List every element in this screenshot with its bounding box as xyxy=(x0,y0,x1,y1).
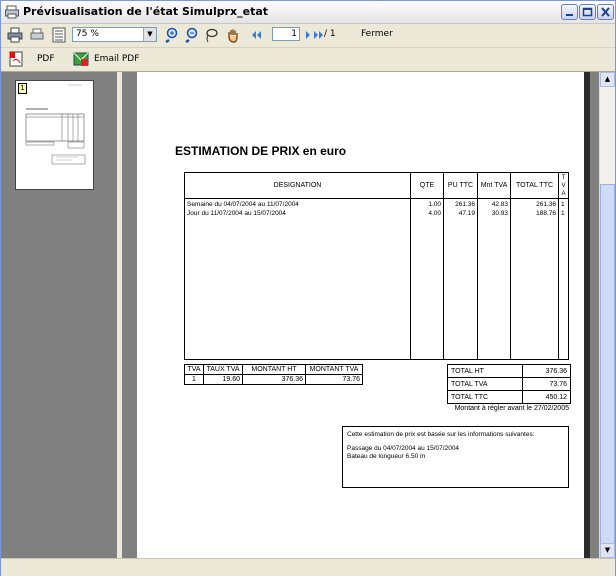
zoom-value: 75 % xyxy=(76,29,99,39)
lasso-icon[interactable] xyxy=(203,27,219,43)
vat-cell: 376.36 xyxy=(242,374,306,385)
vat-header: MONTANT TVA xyxy=(305,364,363,375)
close-window-button[interactable] xyxy=(597,4,614,20)
row-mnt-tva: 42.83 xyxy=(491,201,508,208)
window-title: Prévisualisation de l'état Simulprx_etat xyxy=(23,5,269,18)
report-preview-area[interactable]: ESTIMATION DE PRIX en euro DESIGNATION Q… xyxy=(122,72,599,558)
column-header-designation: DESIGNATION xyxy=(273,182,322,189)
info-line: Cette estimation de prix est basée sur l… xyxy=(347,431,535,438)
row-pu-ttc: 47.19 xyxy=(458,210,475,217)
column-header-pu-ttc: PU TTC xyxy=(447,182,474,189)
vat-cell: 1 xyxy=(184,374,204,385)
tva-letter: A xyxy=(561,191,566,197)
page-shadow xyxy=(584,72,590,558)
page-thumbnail[interactable]: 1 xyxy=(15,80,94,190)
column-divider xyxy=(558,173,559,359)
total-ht-label: TOTAL HT xyxy=(447,364,523,378)
row-mnt-tva: 30.93 xyxy=(491,210,508,217)
row-pu-ttc: 261.36 xyxy=(455,201,475,208)
row-total-ttc: 188.76 xyxy=(536,210,556,217)
totals-table: TOTAL HT 376.36 TOTAL TVA 73.76 TOTAL TT… xyxy=(447,364,572,404)
row-designation: Semaine du 04/07/2004 au 11/07/2004 xyxy=(187,201,299,208)
info-line: Passage du 04/07/2004 au 15/07/2004 xyxy=(347,445,460,452)
column-header-mnt-tva: Mnt TVA xyxy=(480,182,508,189)
thumbnail-preview-icon xyxy=(25,84,86,165)
info-line: Bateau de longueur 6.50 m xyxy=(347,453,426,460)
tva-letter: V xyxy=(561,183,566,189)
info-box: Cette estimation de prix est basée sur l… xyxy=(342,426,569,488)
report-page: ESTIMATION DE PRIX en euro DESIGNATION Q… xyxy=(137,72,584,558)
minimize-button[interactable] xyxy=(561,4,578,20)
page-total: / 1 xyxy=(324,29,336,39)
row-total-ttc: 261.36 xyxy=(536,201,556,208)
total-tva-value: 73.76 xyxy=(521,377,572,391)
printer-setup-icon[interactable] xyxy=(29,27,45,43)
status-bar xyxy=(1,558,615,576)
export-toolbar: PDF Email PDF xyxy=(1,48,615,72)
preview-content: 1 ESTIMATION DE PRIX en euro DESIGNATION… xyxy=(1,72,615,558)
report-title: ESTIMATION DE PRIX en euro xyxy=(175,144,347,158)
vat-cell: 73.76 xyxy=(305,374,363,385)
page-list-icon[interactable] xyxy=(51,27,67,43)
row-tva: 1 xyxy=(561,210,565,217)
row-tva: 1 xyxy=(561,201,565,208)
total-ttc-value: 450.12 xyxy=(521,390,572,404)
pdf-icon[interactable] xyxy=(8,51,24,67)
page-number-input[interactable]: 1 xyxy=(272,27,300,41)
vat-header: TVA xyxy=(184,364,204,375)
total-ttc-label: TOTAL TTC xyxy=(447,390,523,404)
zoom-out-icon[interactable] xyxy=(183,27,199,44)
scrollbar-thumb[interactable] xyxy=(600,184,615,544)
estimate-table: DESIGNATION QTE PU TTC Mnt TVA TOTAL TTC… xyxy=(184,172,569,360)
printer-icon xyxy=(5,5,19,19)
column-header-tva: T V A xyxy=(559,174,568,198)
row-qte: 1.00 xyxy=(428,201,441,208)
close-button[interactable]: Fermer xyxy=(361,29,393,39)
pdf-button[interactable]: PDF xyxy=(37,54,55,64)
scroll-down-button[interactable]: ▼ xyxy=(600,543,615,558)
vat-cell: 19.60 xyxy=(203,374,243,385)
title-bar[interactable]: Prévisualisation de l'état Simulprx_etat xyxy=(1,1,615,24)
payment-due-text: Montant à régler avant le 27/02/2005 xyxy=(454,405,569,412)
vat-header: TAUX TVA xyxy=(203,364,243,375)
email-pdf-button[interactable]: Email PDF xyxy=(94,54,139,64)
vat-header: MONTANT HT xyxy=(242,364,306,375)
chevron-down-icon[interactable]: ▼ xyxy=(143,28,156,41)
thumbnail-panel[interactable]: 1 xyxy=(1,72,117,558)
header-divider xyxy=(185,198,568,199)
vat-breakdown-table: TVA TAUX TVA MONTANT HT MONTANT TVA 1 19… xyxy=(184,364,374,386)
total-tva-label: TOTAL TVA xyxy=(447,377,523,391)
row-designation: Jour du 11/07/2004 au 15/07/2004 xyxy=(187,210,286,217)
hand-icon[interactable] xyxy=(225,27,241,43)
scroll-up-button[interactable]: ▲ xyxy=(600,72,615,87)
zoom-select[interactable]: 75 % ▼ xyxy=(72,27,157,42)
column-header-total-ttc: TOTAL TTC xyxy=(515,182,554,189)
column-header-qte: QTE xyxy=(419,182,435,189)
total-ht-value: 376.36 xyxy=(521,364,572,378)
zoom-in-icon[interactable] xyxy=(163,27,179,44)
first-page-icon[interactable] xyxy=(249,27,265,43)
email-pdf-icon[interactable] xyxy=(73,51,89,67)
vertical-scrollbar[interactable]: ▲ ▼ xyxy=(599,72,615,558)
row-qte: 4.00 xyxy=(428,210,441,217)
preview-toolbar: 75 % ▼ 1 / 1 Fermer xyxy=(1,24,615,48)
tva-letter: T xyxy=(561,175,566,181)
print-icon[interactable] xyxy=(7,27,23,43)
preview-window: Prévisualisation de l'état Simulprx_etat… xyxy=(0,0,616,576)
maximize-button[interactable] xyxy=(579,4,596,20)
